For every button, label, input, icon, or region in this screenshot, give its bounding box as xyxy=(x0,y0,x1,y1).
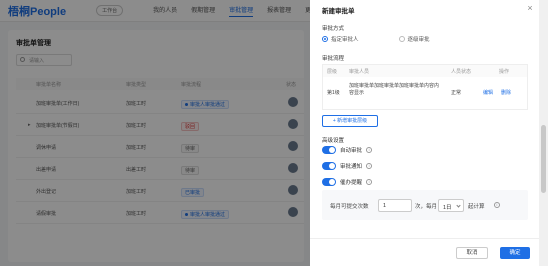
info-icon[interactable]: i xyxy=(366,179,373,185)
drawer-scrollbar[interactable] xyxy=(539,0,548,266)
chevron-down-icon xyxy=(456,203,461,208)
toggle-row: 自动审批 i xyxy=(322,146,373,154)
approval-drawer: 新建审批单 × 审批方式 指定审批人 逐级审批 审批流程 层级 审批人员 人员状… xyxy=(310,0,539,266)
info-icon[interactable]: i xyxy=(366,147,373,153)
cancel-button[interactable]: 取消 xyxy=(456,247,488,259)
column-header: 层级 xyxy=(327,69,338,75)
toggle-switch[interactable] xyxy=(322,178,336,186)
limit-count-input[interactable]: 1 xyxy=(378,199,412,212)
toggle-switch[interactable] xyxy=(322,162,336,170)
toggle-row: 审批通知 i xyxy=(322,162,373,170)
mode-label: 审批方式 xyxy=(322,26,345,32)
drawer-header: 新建审批单 × xyxy=(310,0,539,18)
scrollbar-thumb[interactable] xyxy=(541,125,546,193)
add-level-button[interactable]: + 新增审批层级 xyxy=(322,115,378,127)
radio-unchecked-icon xyxy=(398,36,405,42)
radio-option-designated[interactable]: 指定审批人 xyxy=(322,35,359,43)
drawer-title: 新建审批单 xyxy=(322,8,355,15)
radio-checked-icon xyxy=(322,36,328,42)
confirm-button[interactable]: 确定 xyxy=(500,247,530,259)
flow-label: 审批流程 xyxy=(322,56,345,62)
flow-table-row: 第1级 加班审批单加班审批单加班审批单内容内容显示 正常 编辑 删除 xyxy=(323,81,527,109)
limit-settings: 每月可提交次数 1 次，每月 1日 起计算 i xyxy=(322,190,528,220)
limit-suffix: 起计算 xyxy=(468,204,485,210)
approvers-cell: 加班审批单加班审批单加班审批单内容内容显示 xyxy=(349,83,440,96)
info-icon[interactable]: i xyxy=(494,202,500,208)
flow-table-header: 层级 审批人员 人员状态 操作 xyxy=(323,65,527,77)
limit-mid: 次，每月 xyxy=(415,204,438,210)
limit-prefix: 每月可提交次数 xyxy=(330,204,369,210)
radio-option-stepwise[interactable]: 逐级审批 xyxy=(398,35,430,43)
delete-link[interactable]: 删除 xyxy=(501,89,511,96)
column-header: 人员状态 xyxy=(451,69,472,75)
edit-link[interactable]: 编辑 xyxy=(483,89,493,96)
mode-radio-group: 指定审批人 逐级审批 xyxy=(322,35,430,43)
approval-flow-table: 层级 审批人员 人员状态 操作 第1级 加班审批单加班审批单加班审批单内容内容显… xyxy=(322,64,528,110)
info-icon[interactable]: i xyxy=(366,163,373,169)
settings-label: 高级设置 xyxy=(322,138,345,144)
column-header: 操作 xyxy=(499,69,510,75)
column-header: 审批人员 xyxy=(349,69,370,75)
limit-day-select[interactable]: 1日 xyxy=(438,199,464,212)
toggle-row: 催办提醒 i xyxy=(322,178,373,186)
drawer-footer: 取消 确定 xyxy=(310,238,539,266)
status-cell: 正常 xyxy=(451,90,462,96)
close-icon[interactable]: × xyxy=(525,3,535,13)
level-cell: 第1级 xyxy=(327,90,340,96)
toggle-switch[interactable] xyxy=(322,146,336,154)
